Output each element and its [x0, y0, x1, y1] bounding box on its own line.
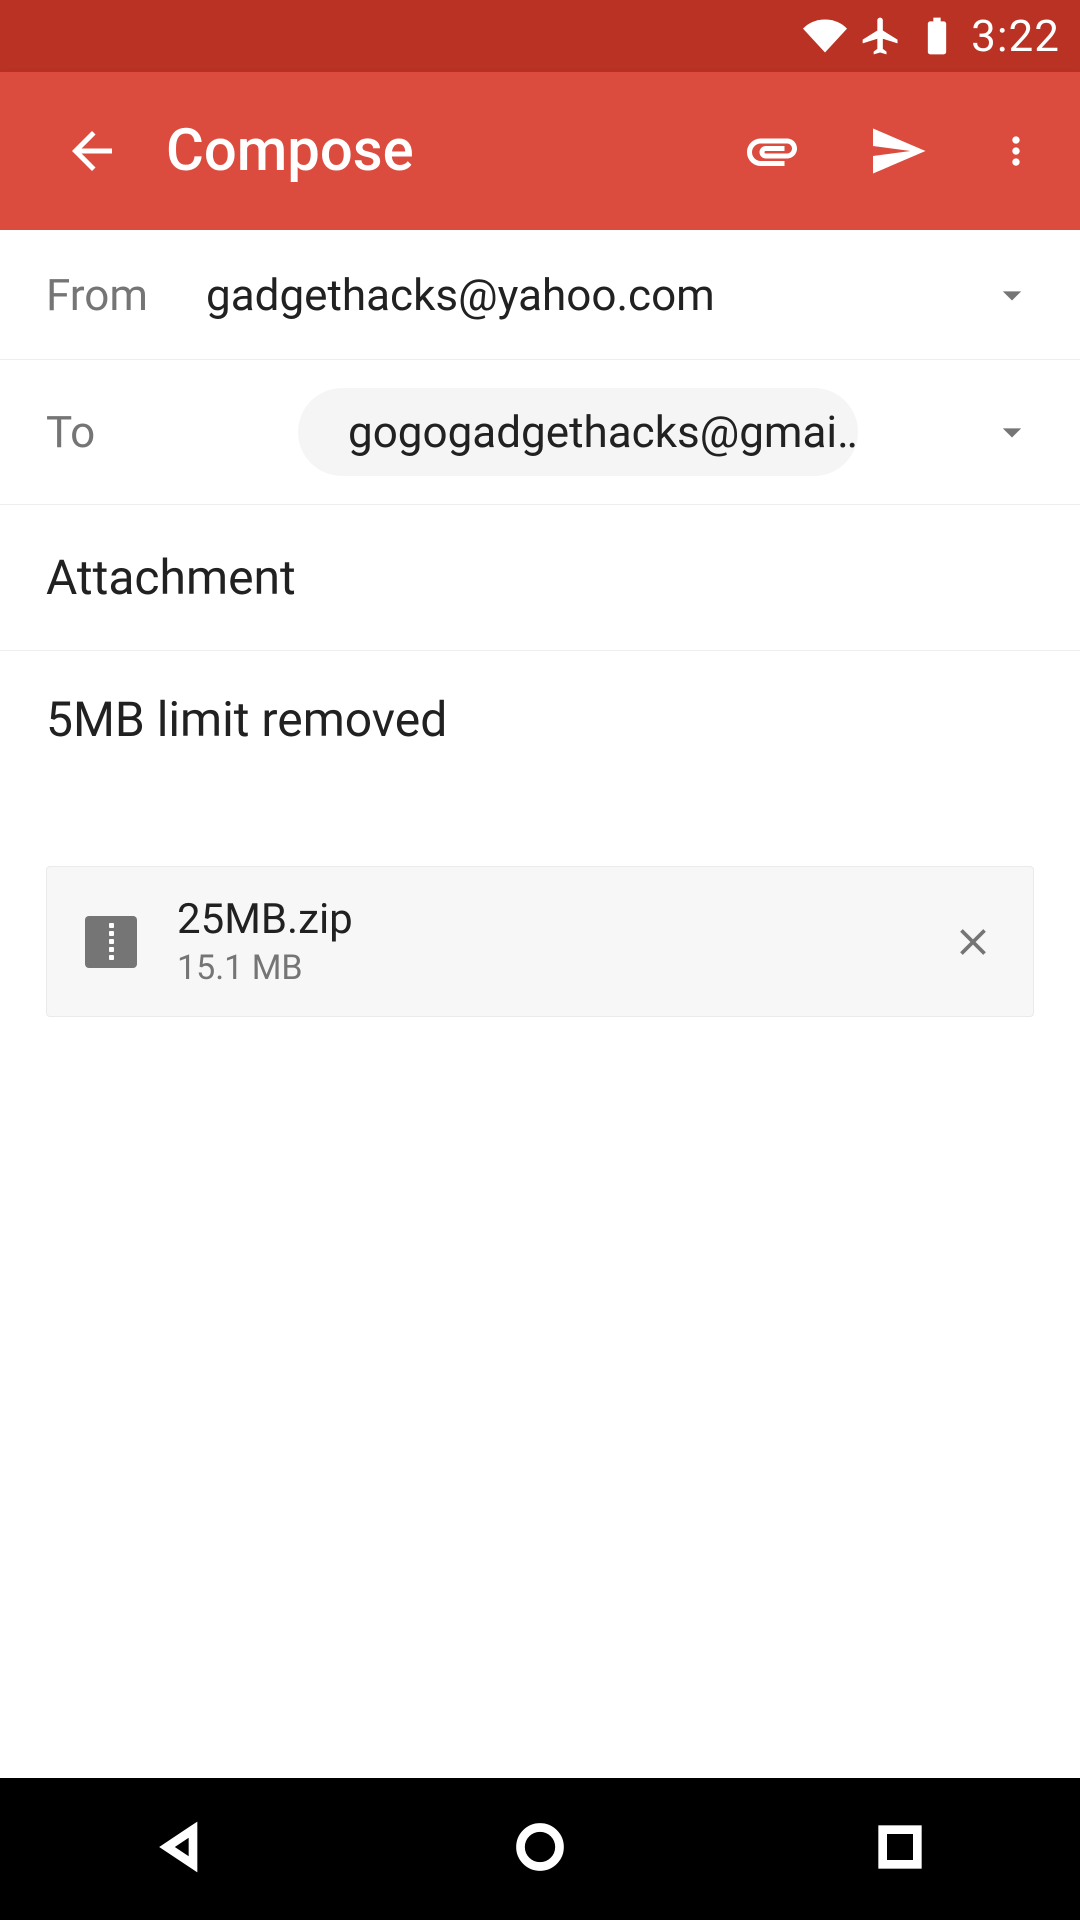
send-button[interactable] [856, 109, 940, 193]
paperclip-icon [742, 121, 802, 181]
attachment-info: 25MB.zip 15.1 MB [177, 895, 911, 988]
arrow-left-icon [62, 121, 122, 181]
wifi-icon [803, 14, 847, 58]
zip-icon [85, 916, 137, 968]
from-row[interactable]: From gadgethacks@yahoo.com [0, 230, 1080, 360]
more-button[interactable] [982, 109, 1050, 193]
nav-recent-icon [874, 1821, 926, 1873]
subject-row[interactable]: Attachment [0, 505, 1080, 651]
from-value: gadgethacks@yahoo.com [206, 269, 990, 321]
chevron-down-icon[interactable] [990, 410, 1034, 454]
app-bar: Compose [0, 72, 1080, 230]
airplane-icon [859, 14, 903, 58]
attachment-name: 25MB.zip [177, 895, 911, 944]
attach-button[interactable] [730, 109, 814, 193]
from-label: From [46, 269, 206, 321]
attachment-size: 15.1 MB [177, 948, 911, 988]
nav-home-button[interactable] [514, 1821, 566, 1877]
nav-back-button[interactable] [154, 1821, 206, 1877]
nav-home-icon [514, 1821, 566, 1873]
chevron-down-icon [990, 273, 1034, 317]
body-input[interactable]: 5MB limit removed [46, 691, 1034, 748]
attachment-card[interactable]: 25MB.zip 15.1 MB [46, 866, 1034, 1017]
to-label: To [46, 406, 166, 458]
nav-back-icon [154, 1821, 206, 1873]
page-title: Compose [166, 117, 698, 185]
nav-bar [0, 1778, 1080, 1920]
more-vert-icon [994, 121, 1038, 181]
status-bar: 3:22 [0, 0, 1080, 72]
back-button[interactable] [50, 109, 134, 193]
battery-icon [915, 14, 959, 58]
status-time: 3:22 [971, 10, 1060, 62]
close-icon[interactable] [951, 920, 995, 964]
send-icon [868, 121, 928, 181]
compose-content: From gadgethacks@yahoo.com To gogogadget… [0, 230, 1080, 1017]
body-row[interactable]: 5MB limit removed [0, 651, 1080, 788]
recipient-chip[interactable]: gogogadgethacks@gmai… [298, 388, 858, 476]
subject-input[interactable]: Attachment [46, 549, 1034, 606]
to-chip-container: gogogadgethacks@gmai… [186, 388, 970, 476]
nav-recent-button[interactable] [874, 1821, 926, 1877]
to-row[interactable]: To gogogadgethacks@gmai… [0, 360, 1080, 505]
